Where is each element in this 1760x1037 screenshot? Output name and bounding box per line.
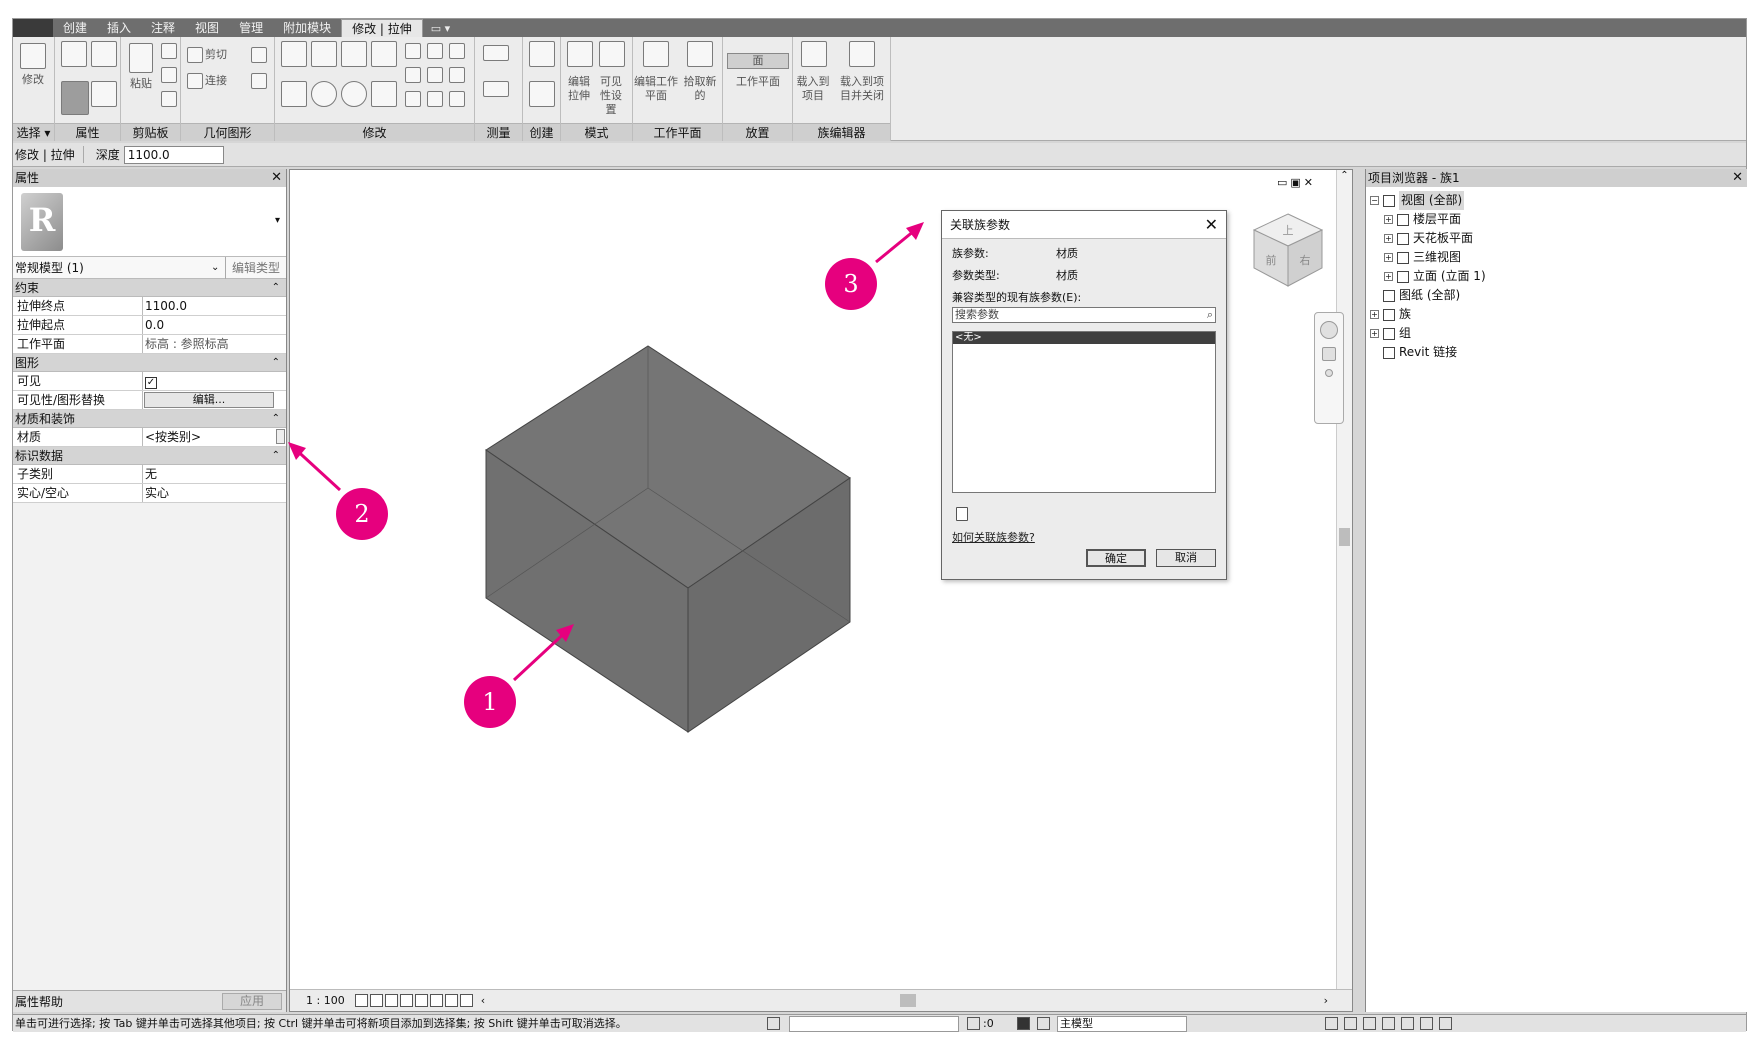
arrow-3-head	[906, 222, 924, 240]
annotation-marker-1: 1	[464, 676, 516, 728]
annotation-marker-3: 3	[825, 258, 877, 310]
annotation-marker-2: 2	[336, 488, 388, 540]
annotation-arrows	[288, 222, 924, 682]
